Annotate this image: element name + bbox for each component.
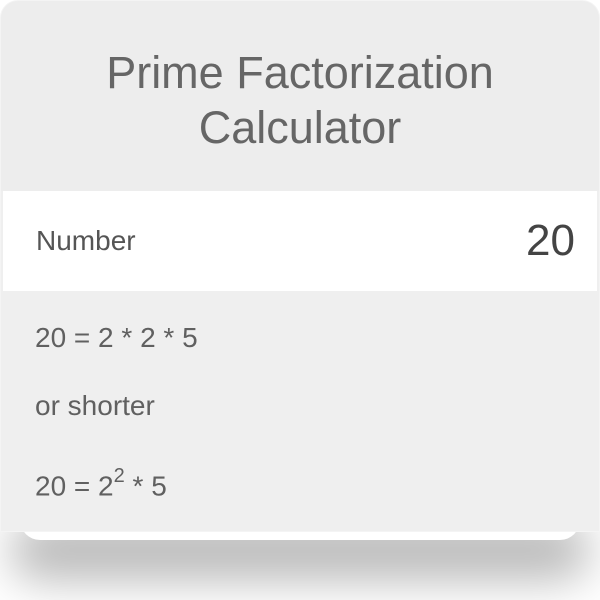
title-line-2: Calculator xyxy=(198,102,402,153)
factorization-full: 20 = 2 * 2 * 5 xyxy=(35,322,198,353)
calculator-card: Prime Factorization Calculator Number 20… xyxy=(0,0,600,532)
title-line-1: Prime Factorization xyxy=(106,47,494,98)
short-suffix: * 5 xyxy=(124,470,167,502)
calculator-title: Prime Factorization Calculator xyxy=(1,45,599,155)
or-shorter-text: or shorter xyxy=(35,390,155,421)
short-prefix: 20 = 2 xyxy=(35,470,114,502)
number-label: Number xyxy=(36,225,136,256)
number-input-row[interactable]: Number xyxy=(3,191,597,291)
results-panel: 20 = 2 * 2 * 5 or shorter 20 = 22 * 5 xyxy=(1,291,599,531)
exponent: 2 xyxy=(113,465,125,487)
calculator-header: Prime Factorization Calculator xyxy=(1,1,599,191)
factorization-short: 20 = 22 * 5 xyxy=(35,465,167,502)
number-input[interactable] xyxy=(455,216,575,266)
